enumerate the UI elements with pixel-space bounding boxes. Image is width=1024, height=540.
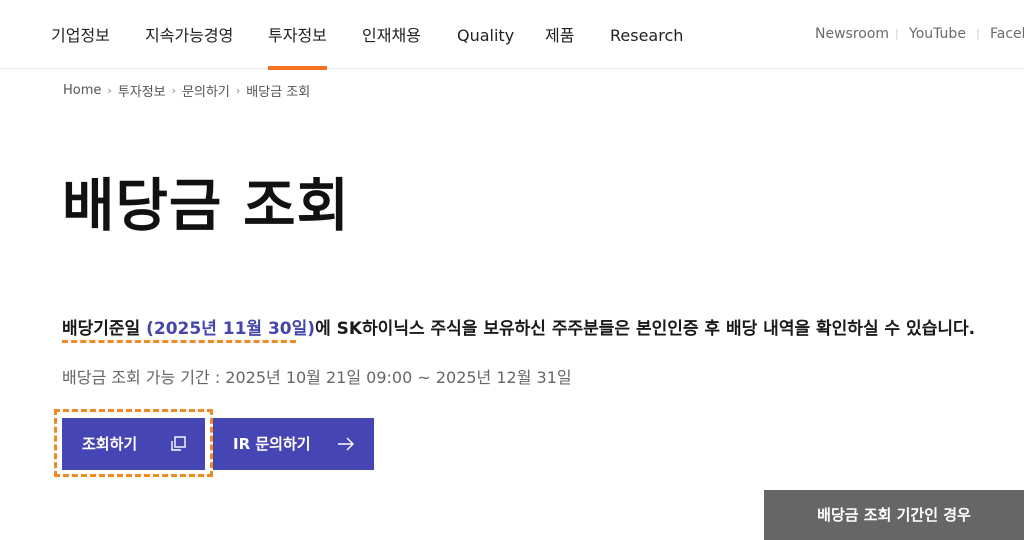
arrow-right-icon	[338, 437, 354, 451]
page-title: 배당금 조회	[62, 173, 351, 239]
util-link-newsroom[interactable]: Newsroom	[815, 0, 889, 69]
nav-item-research[interactable]: Research	[610, 0, 683, 69]
breadcrumb-investor-relations[interactable]: 투자정보	[118, 81, 166, 100]
util-link-facebook[interactable]: Faceb	[990, 0, 1024, 69]
global-navigation: 기업정보 지속가능경영 투자정보 인재채용 Quality 제품 Researc…	[0, 0, 1024, 70]
chevron-right-icon: ›	[107, 83, 112, 97]
period-info-button[interactable]: 배당금 조회 기간인 경우	[764, 490, 1024, 540]
breadcrumb-inquiry[interactable]: 문의하기	[182, 81, 230, 100]
util-separator: |	[895, 27, 899, 40]
nav-item-products[interactable]: 제품	[545, 0, 574, 69]
nav-item-sustainability[interactable]: 지속가능경영	[145, 0, 233, 69]
nav-item-investor-relations[interactable]: 투자정보	[268, 0, 327, 70]
record-date-highlight	[62, 340, 296, 343]
chevron-right-icon: ›	[171, 83, 177, 97]
lookup-button-label: 조회하기	[82, 435, 138, 453]
record-date: (2025년 11월 30일)	[146, 319, 316, 339]
nav-item-quality[interactable]: Quality	[457, 0, 514, 69]
ir-inquiry-button[interactable]: IR 문의하기	[213, 418, 374, 470]
notice-suffix: 에 SK하이닉스 주식을 보유하신 주주분들은 본인인증 후 배당 내역을 확인…	[315, 319, 976, 339]
chevron-right-icon: ›	[235, 83, 241, 97]
util-link-youtube[interactable]: YouTube	[909, 0, 966, 69]
breadcrumb: Home › 투자정보 › 문의하기 › 배당금 조회	[63, 80, 310, 100]
breadcrumb-home[interactable]: Home	[63, 83, 101, 98]
ir-inquiry-button-label: IR 문의하기	[233, 435, 311, 453]
lookup-button[interactable]: 조회하기	[62, 418, 205, 470]
util-separator: |	[976, 27, 980, 40]
lookup-period: 배당금 조회 가능 기간 : 2025년 10월 21일 09:00 ~ 202…	[62, 368, 572, 387]
dividend-notice: 배당기준일 (2025년 11월 30일)에 SK하이닉스 주식을 보유하신 주…	[62, 316, 975, 342]
breadcrumb-current: 배당금 조회	[246, 84, 311, 100]
external-window-icon	[171, 436, 186, 451]
nav-item-company[interactable]: 기업정보	[51, 0, 110, 69]
nav-item-careers[interactable]: 인재채용	[362, 0, 421, 69]
notice-prefix: 배당기준일	[62, 319, 147, 339]
